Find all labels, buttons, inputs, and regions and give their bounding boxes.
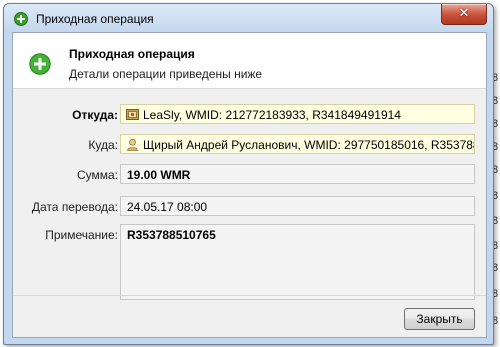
close-button[interactable]: Закрыть [404, 308, 475, 330]
dialog-window: Приходная операция ✕ Приходная операция … [3, 3, 494, 345]
amount-value: 19.00 WMR [127, 168, 191, 182]
amount-field[interactable]: 19.00 WMR [120, 164, 475, 184]
to-field[interactable]: Щирый Андрей Русланович, WMID: 297750185… [120, 134, 475, 154]
dialog-content: Приходная операция Детали операции приве… [12, 32, 487, 338]
dialog-header: Приходная операция Детали операции приве… [13, 33, 486, 89]
from-field[interactable]: LeaSly, WMID: 212772183933, R34184949191… [120, 104, 475, 124]
date-label: Дата перевода: [31, 200, 118, 214]
green-plus-circle-icon [14, 12, 28, 26]
note-label: Примечание: [45, 228, 118, 242]
close-icon: ✕ [458, 5, 470, 20]
header-subtitle: Детали операции приведены ниже [69, 67, 263, 81]
window-title: Приходная операция [36, 12, 154, 26]
window-close-button[interactable]: ✕ [441, 4, 487, 25]
date-value: 24.05.17 08:00 [127, 200, 208, 214]
amount-label: Сумма: [76, 168, 118, 182]
to-label: Куда: [88, 138, 118, 152]
footer-divider [13, 295, 486, 296]
date-field[interactable]: 24.05.17 08:00 [120, 196, 475, 216]
passport-certificate-icon [126, 109, 139, 120]
green-plus-circle-icon [29, 53, 51, 75]
from-label: Откуда: [72, 108, 118, 122]
user-icon [127, 138, 138, 151]
from-value: LeaSly, WMID: 212772183933, R34184949191… [143, 108, 401, 122]
to-value: Щирый Андрей Русланович, WMID: 297750185… [143, 138, 475, 152]
title-bar[interactable]: Приходная операция ✕ [4, 4, 493, 32]
header-title: Приходная операция [69, 47, 195, 61]
note-value: R353788510765 [127, 228, 216, 242]
note-textarea[interactable]: R353788510765 [120, 224, 475, 300]
